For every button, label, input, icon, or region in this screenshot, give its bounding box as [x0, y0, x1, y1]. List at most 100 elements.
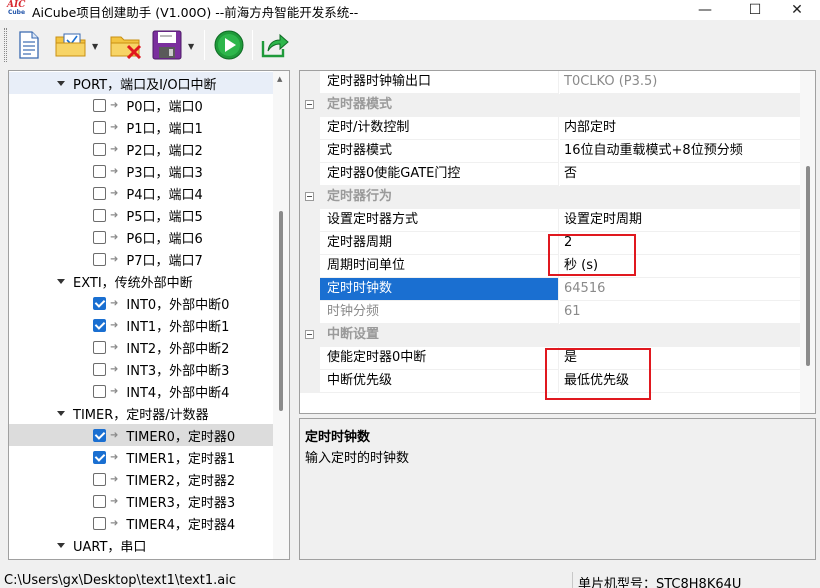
tree-item-checkbox[interactable]: [93, 296, 106, 310]
tree-item-checkbox[interactable]: [93, 472, 106, 486]
property-category[interactable]: 中断设置: [300, 324, 802, 347]
save-project-button[interactable]: [150, 28, 184, 62]
property-row[interactable]: 定时器模式 16位自动重载模式+8位预分频: [300, 140, 802, 163]
tree-group[interactable]: TIMER，定时器/计数器: [9, 402, 273, 424]
close-project-button[interactable]: [108, 28, 144, 62]
tree-item[interactable]: ➜ TIMER2，定时器2: [9, 468, 273, 490]
new-project-button[interactable]: [14, 28, 44, 62]
peripheral-tree[interactable]: PORT，端口及I/O口中断 ➜ P0口，端口0 ➜ P1口，端口1 ➜ P2口，端口2 ➜ P…: [8, 70, 290, 560]
arrow-right-icon: ➜: [110, 99, 119, 111]
property-value[interactable]: 设置定时周期: [560, 209, 802, 232]
tree-item[interactable]: ➜ P2口，端口2: [9, 138, 273, 160]
tree-item[interactable]: ➜ P1口，端口1: [9, 116, 273, 138]
tree-item[interactable]: ➜ P7口，端口7: [9, 248, 273, 270]
property-row[interactable]: 定时器时钟输出口 T0CLKO (P3.5): [300, 71, 802, 94]
property-row[interactable]: 定时/计数控制 内部定时: [300, 117, 802, 140]
expand-caret-icon[interactable]: [57, 278, 65, 284]
property-row[interactable]: 设置定时器方式 设置定时周期: [300, 209, 802, 232]
arrow-right-icon: ➜: [110, 385, 119, 397]
collapse-icon[interactable]: [305, 330, 314, 339]
arrow-right-icon: ➜: [110, 231, 119, 243]
tree-item-checkbox[interactable]: [93, 230, 106, 244]
tree-item-checkbox[interactable]: [93, 516, 106, 530]
tree-item[interactable]: ➜ TIMER3，定时器3: [9, 490, 273, 512]
tree-item[interactable]: ➜ P6口，端口6: [9, 226, 273, 248]
tree-item-checkbox[interactable]: [93, 252, 106, 266]
tree-item-label: P7口，端口7: [126, 253, 203, 269]
property-value[interactable]: 61: [560, 301, 802, 324]
tree-item[interactable]: ➜ INT4，外部中断4: [9, 380, 273, 402]
open-project-button[interactable]: [54, 28, 88, 62]
open-dropdown-arrow[interactable]: ▼: [92, 42, 98, 51]
tree-item-checkbox[interactable]: [93, 164, 106, 178]
property-value[interactable]: 内部定时: [560, 117, 802, 140]
expand-caret-icon[interactable]: [57, 542, 65, 548]
tree-group[interactable]: EXTI，传统外部中断: [9, 270, 273, 292]
tree-item[interactable]: ➜ INT0，外部中断0: [9, 292, 273, 314]
tree-item-checkbox[interactable]: [93, 186, 106, 200]
new-document-icon: [19, 31, 39, 59]
save-dropdown-arrow[interactable]: ▼: [188, 42, 194, 51]
property-name: 中断优先级: [320, 370, 559, 393]
tree-item-checkbox[interactable]: [93, 98, 106, 112]
tree-item-checkbox[interactable]: [93, 362, 106, 376]
property-name: 定时器周期: [320, 232, 559, 255]
tree-item-checkbox[interactable]: [93, 450, 106, 464]
toolbar-grip[interactable]: [4, 28, 7, 62]
property-scroll-thumb[interactable]: [806, 166, 810, 366]
expand-caret-icon[interactable]: [57, 410, 65, 416]
expand-caret-icon[interactable]: [57, 80, 65, 86]
property-value[interactable]: 64516: [560, 278, 802, 301]
tree-item[interactable]: ➜ P5口，端口5: [9, 204, 273, 226]
property-category[interactable]: 定时器行为: [300, 186, 802, 209]
tree-item-checkbox[interactable]: [93, 340, 106, 354]
toolbar-separator: [252, 30, 253, 60]
minimize-button[interactable]: —: [682, 0, 728, 20]
tree-item[interactable]: ➜ INT1，外部中断1: [9, 314, 273, 336]
export-button[interactable]: [258, 28, 292, 62]
tree-item-checkbox[interactable]: [93, 208, 106, 222]
tree-item[interactable]: ➜ TIMER1，定时器1: [9, 446, 273, 468]
tree-scrollbar[interactable]: ▲: [273, 71, 289, 559]
tree-item[interactable]: ➜ INT3，外部中断3: [9, 358, 273, 380]
arrow-right-icon: ➜: [110, 121, 119, 133]
tree-group[interactable]: UART，串口: [9, 534, 273, 556]
property-category[interactable]: 定时器模式: [300, 94, 802, 117]
tree-item[interactable]: ➜ TIMER4，定时器4: [9, 512, 273, 534]
run-button[interactable]: [212, 28, 246, 62]
tree-item[interactable]: ➜ INT2，外部中断2: [9, 336, 273, 358]
property-value[interactable]: 16位自动重载模式+8位预分频: [560, 140, 802, 163]
scroll-up-icon[interactable]: ▲: [277, 75, 282, 83]
maximize-button[interactable]: ☐: [732, 0, 778, 20]
tree-item-checkbox[interactable]: [93, 428, 106, 442]
collapse-icon[interactable]: [305, 100, 314, 109]
tree-item-label: TIMER3，定时器3: [126, 495, 236, 511]
tree-item-checkbox[interactable]: [93, 494, 106, 508]
property-row[interactable]: 定时时钟数 64516: [300, 278, 802, 301]
toolbar-separator: [204, 30, 205, 60]
tree-item[interactable]: ➜ TIMER0，定时器0: [9, 424, 273, 446]
collapse-icon[interactable]: [305, 192, 314, 201]
tree-scroll-thumb[interactable]: [279, 211, 283, 411]
tree-item-checkbox[interactable]: [93, 384, 106, 398]
property-scrollbar[interactable]: [800, 71, 815, 413]
property-value[interactable]: 否: [560, 163, 802, 186]
tree-item-label: P4口，端口4: [126, 187, 203, 203]
tree-item-checkbox[interactable]: [93, 318, 106, 332]
property-gutter: [300, 71, 320, 94]
property-value[interactable]: T0CLKO (P3.5): [560, 71, 802, 94]
tree-item-label: P3口，端口3: [126, 165, 203, 181]
maximize-icon: ☐: [748, 2, 762, 18]
property-row[interactable]: 时钟分频 61: [300, 301, 802, 324]
property-row[interactable]: 定时器0使能GATE门控否: [300, 163, 802, 186]
tree-item[interactable]: ➜ P4口，端口4: [9, 182, 273, 204]
tree-item[interactable]: ➜UART1，串口1: [9, 556, 273, 559]
tree-item-checkbox[interactable]: [93, 142, 106, 156]
property-name: 设置定时器方式: [320, 209, 559, 232]
tree-group[interactable]: PORT，端口及I/O口中断: [9, 72, 273, 94]
tree-item[interactable]: ➜ P3口，端口3: [9, 160, 273, 182]
tree-item-checkbox[interactable]: [93, 120, 106, 134]
tree-item[interactable]: ➜ P0口，端口0: [9, 94, 273, 116]
highlight-box-period: [548, 234, 636, 276]
close-button[interactable]: ✕: [774, 0, 820, 20]
